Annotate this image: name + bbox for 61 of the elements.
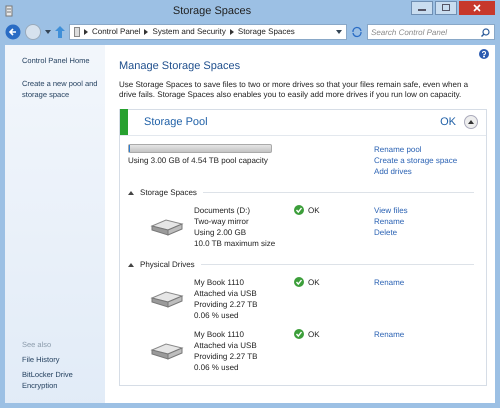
chevron-icon <box>230 29 234 35</box>
folder-icon <box>74 27 80 37</box>
drive-detail: 0.06 % used <box>194 362 240 372</box>
drive-icon <box>150 288 184 308</box>
caret-icon[interactable] <box>128 262 134 266</box>
refresh-icon[interactable] <box>351 26 363 38</box>
action-link[interactable]: View files <box>374 204 474 216</box>
action-link[interactable]: Delete <box>374 226 474 238</box>
status-bar <box>120 109 128 135</box>
help-icon[interactable] <box>479 49 489 59</box>
status-text: OK <box>308 276 320 288</box>
drive-icon <box>150 216 184 236</box>
status-text: OK <box>308 204 320 216</box>
drive-detail: Two-way mirror <box>194 216 250 226</box>
drive-detail: 0.06 % used <box>194 310 240 320</box>
app-icon <box>5 5 13 17</box>
check-icon <box>294 328 304 338</box>
pool-name: Storage Pool <box>144 114 209 130</box>
drive-detail: Using 2.00 GB <box>194 226 248 238</box>
action-link[interactable]: Rename <box>374 216 474 226</box>
caret-icon[interactable] <box>128 190 134 194</box>
check-icon <box>294 204 304 214</box>
page-heading: Manage Storage Spaces <box>119 59 242 74</box>
usage-text: Using 3.00 GB of 4.54 TB pool capacity <box>128 154 269 166</box>
breadcrumb[interactable]: Control Panel <box>92 26 140 38</box>
drive-detail: Attached via USB <box>194 288 258 298</box>
breadcrumb[interactable]: System and Security <box>152 26 226 38</box>
drive-detail: My Book 1110 <box>194 276 245 288</box>
drive-icon <box>150 340 184 360</box>
drive-detail: Documents (D:) <box>194 204 252 216</box>
window-title: Storage Spaces <box>172 4 252 19</box>
drive-detail: Providing 2.27 TB <box>194 350 258 362</box>
action-link[interactable]: Create a storage space <box>374 154 474 166</box>
action-link[interactable]: Rename <box>374 276 474 288</box>
chevron-icon <box>144 29 148 35</box>
dropdown-icon[interactable] <box>45 29 51 35</box>
drive-detail: My Book 1110 <box>194 328 245 340</box>
drive-detail: Attached via USB <box>194 340 258 350</box>
dropdown-icon[interactable] <box>336 29 342 35</box>
section-title: Storage Spaces <box>140 186 197 198</box>
drive-detail: 10.0 TB maximum size <box>194 238 276 248</box>
section-title: Physical Drives <box>140 258 195 270</box>
action-link[interactable]: Rename <box>374 328 474 340</box>
chevron-icon <box>84 29 88 35</box>
search-icon <box>481 28 490 36</box>
action-link[interactable]: Rename pool <box>374 144 474 154</box>
breadcrumb[interactable]: Storage Spaces <box>238 26 295 38</box>
minimize-icon[interactable] <box>411 1 433 15</box>
collapse-button[interactable] <box>464 115 478 129</box>
check-icon <box>294 276 304 286</box>
pool-status: OK <box>440 114 456 130</box>
search-field[interactable]: Search Control Panel <box>367 24 495 40</box>
description: Use Storage Spaces to save files to two or more drives so that your files remain safe, even when a drive fails. Storage Spaces also enables you to easily add more drives if you run low on capacity. <box>119 80 470 100</box>
back-icon[interactable] <box>5 24 21 40</box>
status-text: OK <box>308 328 320 340</box>
drive-detail: Providing 2.27 TB <box>194 298 258 310</box>
address-field[interactable]: Control Panel System and Security Storage Spaces <box>69 24 347 40</box>
maximize-icon[interactable] <box>435 1 457 15</box>
close-icon[interactable] <box>459 1 495 15</box>
chevron-icon <box>468 120 474 124</box>
action-link[interactable]: Add drives <box>374 166 474 176</box>
